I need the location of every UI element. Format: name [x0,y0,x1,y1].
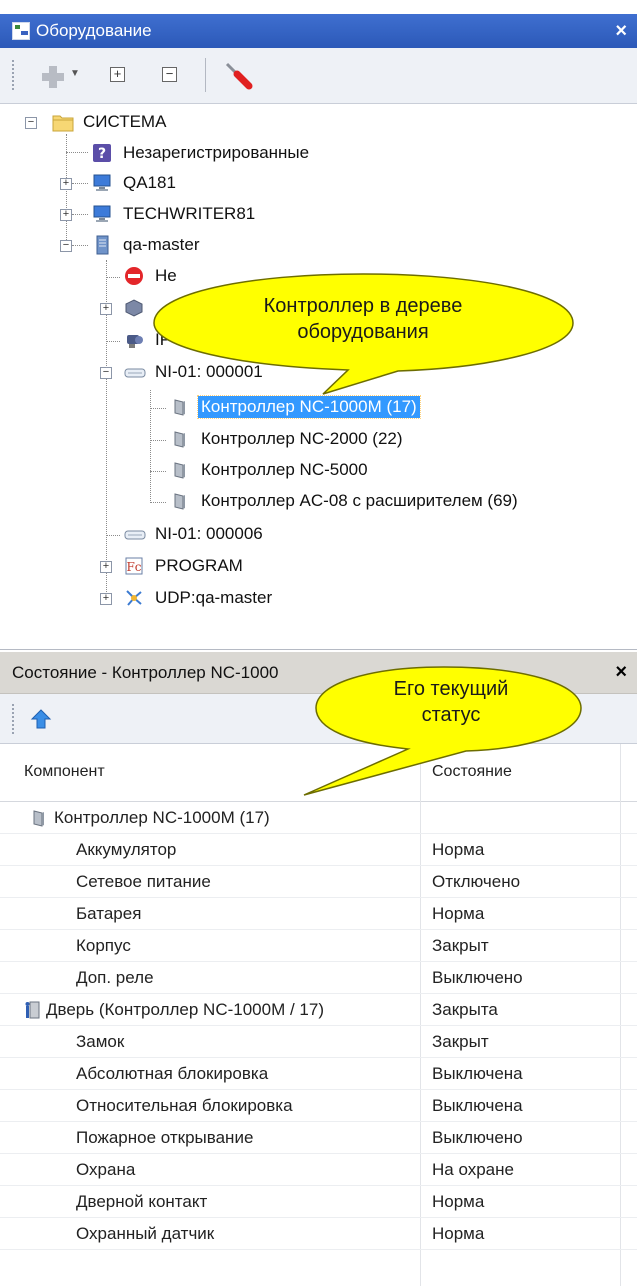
equipment-panel-title: Оборудование [36,21,152,40]
callout-status: Его текущий статус [296,663,586,799]
module-icon [124,298,144,318]
chevron-down-icon[interactable]: ▼ [70,68,80,79]
expand-toggle[interactable]: + [100,593,112,605]
collapse-all-button[interactable]: − [162,67,177,82]
status-panel-title: Состояние - Контроллер NC-1000 [12,662,279,682]
add-device-icon[interactable] [40,64,66,90]
tree-node-controller-ac08[interactable]: Контроллер AC-08 с расширителем (69) [170,487,521,515]
status-grid: Компонент Состояние Контроллер NC-1000M … [0,744,637,1286]
callout-tree-line2: оборудования [297,321,429,343]
tree-node-controller-nc2000[interactable]: Контроллер NC-2000 (22) [170,425,406,453]
table-row[interactable]: Сетевое питание Отключено [0,866,637,898]
network-interface-icon [124,362,146,382]
equipment-panel-titlebar: Оборудование × [0,14,637,48]
callout-status-line2: статус [421,704,481,726]
table-row[interactable]: Дверь (Контроллер NC-1000M / 17) Закрыта [0,994,637,1026]
svg-text:?: ? [98,146,106,162]
controller-icon [170,460,190,480]
toolbar-divider [205,58,206,92]
expand-toggle[interactable]: + [100,303,112,315]
close-icon[interactable]: × [615,20,627,43]
callout-tree: Контроллер в дереве оборудования [148,268,578,398]
expand-toggle[interactable]: + [60,178,72,190]
tree-node-controller-nc5000[interactable]: Контроллер NC-5000 [170,456,371,484]
folder-icon [52,112,74,132]
svg-text:Fc: Fc [126,560,141,574]
table-row[interactable]: Батарея Норма [0,898,637,930]
toolbar-grip [12,704,15,734]
tree-node-system[interactable]: СИСТЕМА [52,108,169,136]
arrow-up-icon[interactable] [30,708,52,730]
question-icon: ? [92,143,112,163]
controller-icon [30,808,50,833]
equipment-tree-icon [12,22,30,40]
table-row[interactable]: Охрана На охране [0,1154,637,1186]
server-icon [92,235,112,255]
computer-icon [92,204,112,224]
network-interface-icon [124,524,146,544]
table-row[interactable]: Доп. реле Выключено [0,962,637,994]
tree-node-ni-000006[interactable]: NI-01: 000006 [124,520,266,548]
table-row[interactable]: Корпус Закрыт [0,930,637,962]
tree-node-unregistered[interactable]: ? Незарегистрированные [92,139,312,167]
callout-status-line1: Его текущий [393,678,509,700]
table-row[interactable]: Замок Закрыт [0,1026,637,1058]
camera-icon [124,330,144,350]
tree-node-techwriter[interactable]: TECHWRITER81 [92,200,258,228]
computer-icon [92,173,112,193]
tree-node-udp[interactable]: UDP:qa-master [124,584,275,612]
table-row[interactable]: Пожарное открывание Выключено [0,1122,637,1154]
table-row[interactable]: Дверной контакт Норма [0,1186,637,1218]
screwdriver-icon[interactable] [222,60,254,92]
table-row[interactable]: Аккумулятор Норма [0,834,637,866]
table-row[interactable]: Относительная блокировка Выключена [0,1090,637,1122]
controller-icon [170,491,190,511]
controller-icon [170,429,190,449]
table-row[interactable]: Контроллер NC-1000M (17) [0,802,637,834]
table-row[interactable]: Абсолютная блокировка Выключена [0,1058,637,1090]
tree-node-program[interactable]: Fc PROGRAM [124,552,246,580]
network-hub-icon [124,588,144,608]
callout-tree-line1: Контроллер в дереве [263,295,463,317]
tree-node-qa181[interactable]: QA181 [92,169,179,197]
collapse-toggle[interactable]: − [25,117,37,129]
toolbar-grip [12,60,15,90]
door-icon [22,1000,42,1025]
table-row[interactable]: Охранный датчик Норма [0,1218,637,1250]
controller-icon [170,397,190,417]
program-icon: Fc [124,556,144,576]
collapse-toggle[interactable]: − [60,240,72,252]
collapse-toggle[interactable]: − [100,367,112,379]
expand-all-button[interactable]: + [110,67,125,82]
tree-node-qa-master[interactable]: qa-master [92,231,203,259]
column-header-component[interactable]: Компонент [24,763,105,781]
close-icon[interactable]: × [615,661,627,684]
equipment-toolbar: ▼ + − [0,48,637,104]
expand-toggle[interactable]: + [100,561,112,573]
blocked-icon [124,266,144,286]
expand-toggle[interactable]: + [60,209,72,221]
